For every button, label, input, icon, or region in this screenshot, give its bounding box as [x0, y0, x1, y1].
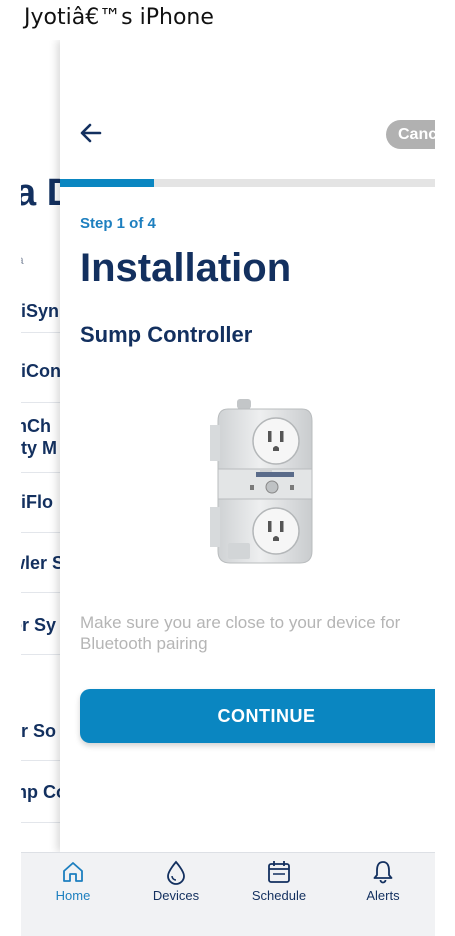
page-title: Installation: [80, 246, 292, 290]
cancel-button[interactable]: Cancel: [386, 120, 435, 149]
tab-home-label: Home: [55, 888, 91, 903]
sump-controller-image: [210, 395, 318, 567]
phone-screen: a D a lliSyn lliCon mCh lity M lliFlo wl…: [21, 40, 435, 936]
tab-devices-label: Devices: [152, 888, 200, 903]
progress-bar: [60, 179, 435, 187]
bottom-tab-bar: Home Devices Schedule Alerts: [21, 852, 435, 936]
bell-icon: [373, 861, 393, 884]
continue-button-label: CONTINUE: [217, 706, 316, 726]
tab-home[interactable]: Home: [28, 859, 118, 919]
continue-button[interactable]: CONTINUE: [80, 689, 435, 743]
tab-schedule-label: Schedule: [251, 888, 307, 903]
tab-alerts[interactable]: Alerts: [338, 859, 428, 919]
window-title: Jyotiâ€™s iPhone: [24, 5, 214, 30]
bluetooth-hint: Make sure you are close to your device f…: [80, 613, 401, 653]
device-name: Sump Controller: [80, 322, 253, 347]
background-subtext: a: [21, 253, 24, 267]
arrow-left-icon: [80, 123, 102, 143]
progress-fill: [60, 179, 154, 187]
tab-devices[interactable]: Devices: [131, 859, 221, 919]
tab-alerts-label: Alerts: [366, 888, 400, 903]
calendar-icon: [268, 861, 290, 883]
home-icon: [63, 862, 83, 882]
back-button[interactable]: [78, 120, 104, 146]
tab-schedule[interactable]: Schedule: [234, 859, 324, 919]
drop-icon: [167, 860, 185, 885]
step-indicator: Step 1 of 4: [80, 215, 156, 232]
installation-sheet: Cancel Step 1 of 4 Installation Sump Con…: [60, 40, 435, 852]
